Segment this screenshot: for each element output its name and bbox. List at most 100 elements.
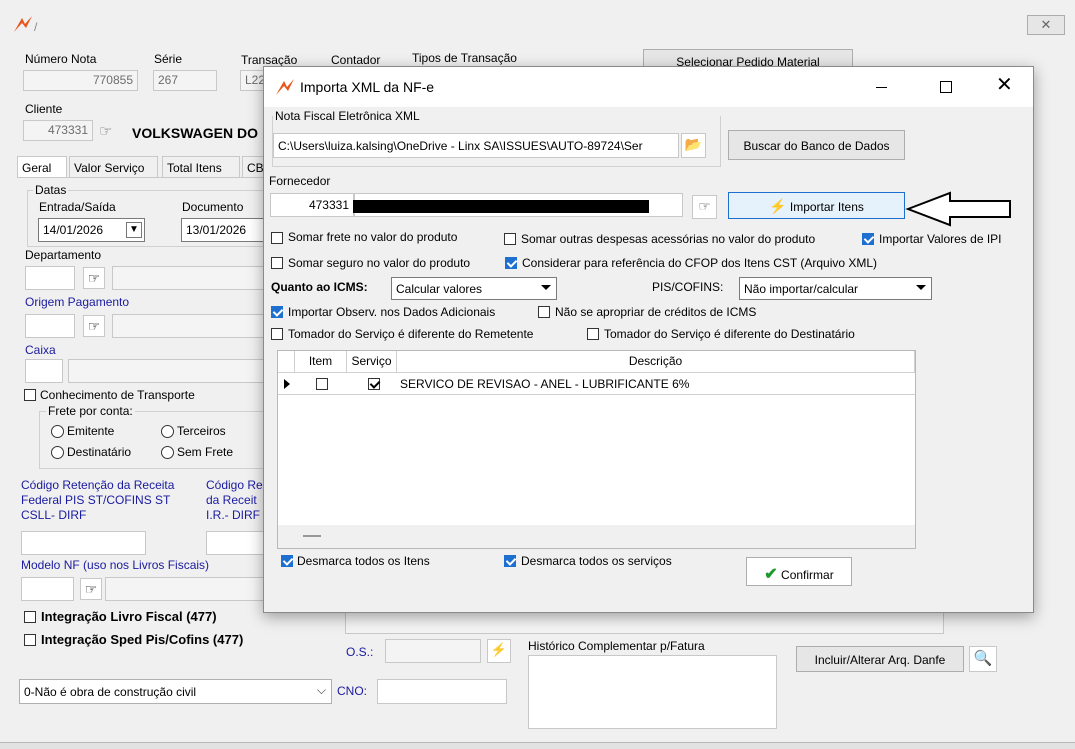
icms-select-value: Calcular valores bbox=[396, 282, 483, 296]
tomador-remetente-checkbox[interactable] bbox=[271, 328, 283, 340]
tab-divider bbox=[17, 177, 267, 178]
frete-terceiros-radio[interactable] bbox=[161, 425, 174, 438]
minimize-icon[interactable] bbox=[876, 87, 887, 88]
frete-sem-frete-label: Sem Frete bbox=[177, 445, 234, 459]
numero-nota-field[interactable]: 770855 bbox=[23, 70, 138, 91]
frete-destinatario-radio[interactable] bbox=[51, 446, 64, 459]
xml-path-field[interactable]: C:\Users\luiza.kalsing\OneDrive - Linx S… bbox=[273, 133, 679, 158]
somar-outras-checkbox[interactable] bbox=[504, 233, 516, 245]
cliente-label: Cliente bbox=[25, 102, 63, 116]
grid-row-header bbox=[278, 351, 295, 373]
fornecedor-lookup-icon[interactable]: ☞ bbox=[692, 195, 717, 219]
transacao-field[interactable]: L22 bbox=[240, 70, 265, 91]
desmarca-itens-checkbox[interactable] bbox=[281, 555, 293, 567]
app-logo-icon bbox=[14, 16, 32, 32]
table-row[interactable]: SERVICO DE REVISAO - ANEL - LUBRIFICANTE… bbox=[278, 373, 915, 395]
importar-itens-button[interactable]: ⚡ Importar Itens bbox=[728, 192, 905, 219]
grid-col-item[interactable]: Item bbox=[295, 351, 347, 373]
confirmar-button[interactable]: ✔ Confirmar bbox=[746, 557, 852, 586]
integracao-sped-label: Integração Sped Pis/Cofins (477) bbox=[41, 632, 244, 647]
app-logo-icon bbox=[276, 79, 294, 95]
chevron-down-icon: ⌵ bbox=[316, 683, 326, 697]
confirmar-label: Confirmar bbox=[781, 568, 834, 582]
considerar-cfop-label: Considerar para referência do CFOP dos I… bbox=[522, 256, 878, 270]
modelo-nf-field[interactable] bbox=[21, 577, 74, 601]
dialog-titlebar: Importa XML da NF-e ✕ bbox=[264, 67, 1033, 107]
entrada-saida-value: 14/01/2026 bbox=[43, 223, 104, 237]
serie-field[interactable]: 267 bbox=[153, 70, 217, 91]
cliente-name: VOLKSWAGEN DO bbox=[132, 125, 259, 141]
importar-observ-checkbox[interactable] bbox=[271, 306, 283, 318]
integracao-sped-checkbox[interactable] bbox=[24, 634, 36, 646]
row-pointer-icon bbox=[284, 379, 290, 389]
caixa-label: Caixa bbox=[25, 343, 56, 357]
buscar-banco-button[interactable]: Buscar do Banco de Dados bbox=[728, 130, 905, 160]
departamento-field[interactable] bbox=[25, 266, 75, 290]
origem-pagamento-field[interactable] bbox=[25, 314, 75, 338]
caixa-field[interactable] bbox=[25, 359, 63, 383]
tomador-destinatario-checkbox[interactable] bbox=[587, 328, 599, 340]
datas-legend: Datas bbox=[33, 183, 69, 197]
importar-ipi-label: Importar Valores de IPI bbox=[879, 232, 1002, 246]
entrada-saida-date-picker[interactable]: 14/01/2026 ▼ bbox=[38, 218, 145, 242]
considerar-cfop-checkbox[interactable] bbox=[505, 257, 517, 269]
codigo-retencao-ir-line-2: da Receit bbox=[206, 493, 257, 507]
cliente-code-field[interactable]: 473331 bbox=[23, 120, 93, 141]
row-servico-checkbox[interactable] bbox=[368, 378, 380, 390]
documento-date-field[interactable]: 13/01/2026 bbox=[181, 218, 267, 242]
tab-geral[interactable]: Geral bbox=[17, 156, 67, 178]
integracao-livro-checkbox[interactable] bbox=[24, 611, 36, 623]
piscofins-select[interactable]: Não importar/calcular bbox=[739, 277, 932, 300]
obra-select[interactable]: 0-Não é obra de construção civil ⌵ bbox=[19, 679, 332, 704]
frete-emitente-label: Emitente bbox=[67, 424, 115, 438]
icms-select[interactable]: Calcular valores bbox=[391, 277, 557, 300]
row-item-checkbox[interactable] bbox=[316, 378, 328, 390]
cno-field[interactable] bbox=[377, 679, 507, 704]
codigo-retencao-ir-line-1: Código Re bbox=[206, 478, 263, 492]
importar-ipi-checkbox[interactable] bbox=[862, 233, 874, 245]
tab-total-itens[interactable]: Total Itens bbox=[162, 156, 240, 178]
cliente-lookup-icon[interactable]: ☞ bbox=[99, 122, 112, 140]
tab-valor-servico[interactable]: Valor Serviço bbox=[69, 156, 158, 178]
folder-icon[interactable]: 📂 bbox=[681, 133, 706, 158]
somar-seguro-checkbox[interactable] bbox=[271, 257, 283, 269]
frete-sem-frete-radio[interactable] bbox=[161, 446, 174, 459]
obra-select-value: 0-Não é obra de construção civil bbox=[24, 685, 197, 699]
fornecedor-name-field[interactable] bbox=[353, 193, 683, 217]
fornecedor-code-field[interactable]: 473331 bbox=[270, 193, 354, 217]
modelo-nf-label: Modelo NF (uso nos Livros Fiscais) bbox=[21, 558, 210, 572]
somar-frete-checkbox[interactable] bbox=[271, 232, 283, 244]
numero-nota-label: Número Nota bbox=[25, 52, 97, 66]
modelo-nf-lookup-icon[interactable]: ☞ bbox=[80, 578, 102, 600]
codigo-retencao-federal-field[interactable] bbox=[21, 531, 146, 555]
conhecimento-transporte-checkbox[interactable] bbox=[24, 389, 36, 401]
historico-textarea[interactable] bbox=[528, 655, 777, 729]
items-grid[interactable]: Item Serviço Descrição SERVICO DE REVISA… bbox=[277, 350, 916, 549]
close-icon[interactable]: ✕ bbox=[996, 75, 1013, 95]
desmarca-servicos-checkbox[interactable] bbox=[504, 555, 516, 567]
somar-outras-label: Somar outras despesas acessórias no valo… bbox=[521, 232, 816, 246]
piscofins-select-value: Não importar/calcular bbox=[744, 282, 859, 296]
conhecimento-transporte-label: Conhecimento de Transporte bbox=[40, 388, 195, 402]
grid-empty-area bbox=[278, 395, 915, 525]
grid-col-servico[interactable]: Serviço bbox=[347, 351, 397, 373]
lightning-icon[interactable]: ⚡ bbox=[487, 639, 511, 663]
incluir-danfe-button[interactable]: Incluir/Alterar Arq. Danfe bbox=[796, 646, 964, 672]
departamento-lookup-icon[interactable]: ☞ bbox=[83, 267, 105, 289]
search-icon[interactable]: 🔍 bbox=[969, 646, 997, 672]
caixa-desc-field bbox=[68, 359, 268, 383]
chevron-down-icon[interactable]: ▼ bbox=[126, 222, 142, 238]
origem-pagamento-lookup-icon[interactable]: ☞ bbox=[83, 315, 105, 337]
codigo-retencao-ir-field[interactable] bbox=[206, 531, 266, 555]
lightning-icon: ⚡ bbox=[769, 198, 787, 214]
os-field[interactable] bbox=[385, 639, 481, 663]
maximize-icon[interactable] bbox=[940, 81, 952, 93]
nao-apropriar-checkbox[interactable] bbox=[538, 306, 550, 318]
grid-scroll-indicator[interactable] bbox=[303, 535, 321, 537]
desmarca-servicos-label: Desmarca todos os serviços bbox=[521, 554, 672, 568]
frete-emitente-radio[interactable] bbox=[51, 425, 64, 438]
main-close-button[interactable]: ✕ bbox=[1027, 15, 1065, 35]
row-descricao: SERVICO DE REVISAO - ANEL - LUBRIFICANTE… bbox=[400, 377, 690, 391]
grid-col-descricao[interactable]: Descrição bbox=[397, 351, 915, 373]
importa-xml-dialog: Importa XML da NF-e ✕ Nota Fiscal Eletrô… bbox=[263, 66, 1034, 613]
